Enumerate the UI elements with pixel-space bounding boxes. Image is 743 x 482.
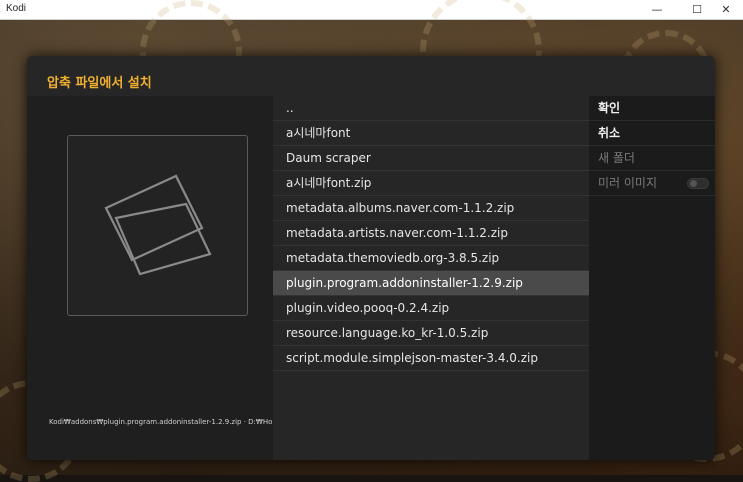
list-item[interactable]: a시네마font — [273, 121, 589, 146]
mirror-image-label: 미러 이미지 — [598, 176, 658, 190]
dialog-title: 압축 파일에서 설치 — [47, 76, 152, 91]
list-item[interactable]: metadata.themoviedb.org-3.8.5.zip — [273, 246, 589, 271]
preview-thumbnail — [67, 135, 248, 316]
list-item[interactable]: script.module.simplejson-master-3.4.0.zi… — [273, 346, 589, 371]
list-item[interactable]: metadata.artists.naver.com-1.1.2.zip — [273, 221, 589, 246]
minimize-button[interactable]: — — [640, 0, 674, 19]
list-item-selected[interactable]: plugin.program.addoninstaller-1.2.9.zip — [273, 271, 589, 296]
window-title: Kodi — [6, 3, 27, 14]
file-list: .. a시네마font Daum scraper a시네마font.zip me… — [273, 96, 589, 460]
action-pane: 확인 취소 새 폴더 미러 이미지 — [589, 96, 715, 460]
mirror-image-toggle[interactable] — [687, 178, 709, 189]
close-button[interactable]: ✕ — [709, 0, 743, 19]
install-from-zip-dialog: 압축 파일에서 설치 Kodi₩addons₩plugin.program.ad… — [27, 56, 715, 460]
list-item[interactable]: resource.language.ko_kr-1.0.5.zip — [273, 321, 589, 346]
mirror-image-option[interactable]: 미러 이미지 — [589, 171, 715, 196]
list-item-parent[interactable]: .. — [273, 96, 589, 121]
list-item[interactable]: metadata.albums.naver.com-1.1.2.zip — [273, 196, 589, 221]
pictures-icon — [104, 174, 212, 276]
selected-path: Kodi₩addons₩plugin.program.addoninstalle… — [49, 418, 273, 426]
list-item[interactable]: a시네마font.zip — [273, 171, 589, 196]
new-folder-button[interactable]: 새 폴더 — [589, 146, 715, 171]
window-titlebar: Kodi — ☐ ✕ — [0, 0, 743, 20]
dialog-header: 압축 파일에서 설치 — [27, 56, 715, 96]
ok-button[interactable]: 확인 — [589, 96, 715, 121]
cancel-button[interactable]: 취소 — [589, 121, 715, 146]
toggle-knob — [690, 180, 697, 187]
list-item[interactable]: plugin.video.pooq-0.2.4.zip — [273, 296, 589, 321]
list-item[interactable]: Daum scraper — [273, 146, 589, 171]
preview-pane: Kodi₩addons₩plugin.program.addoninstalle… — [27, 96, 273, 460]
